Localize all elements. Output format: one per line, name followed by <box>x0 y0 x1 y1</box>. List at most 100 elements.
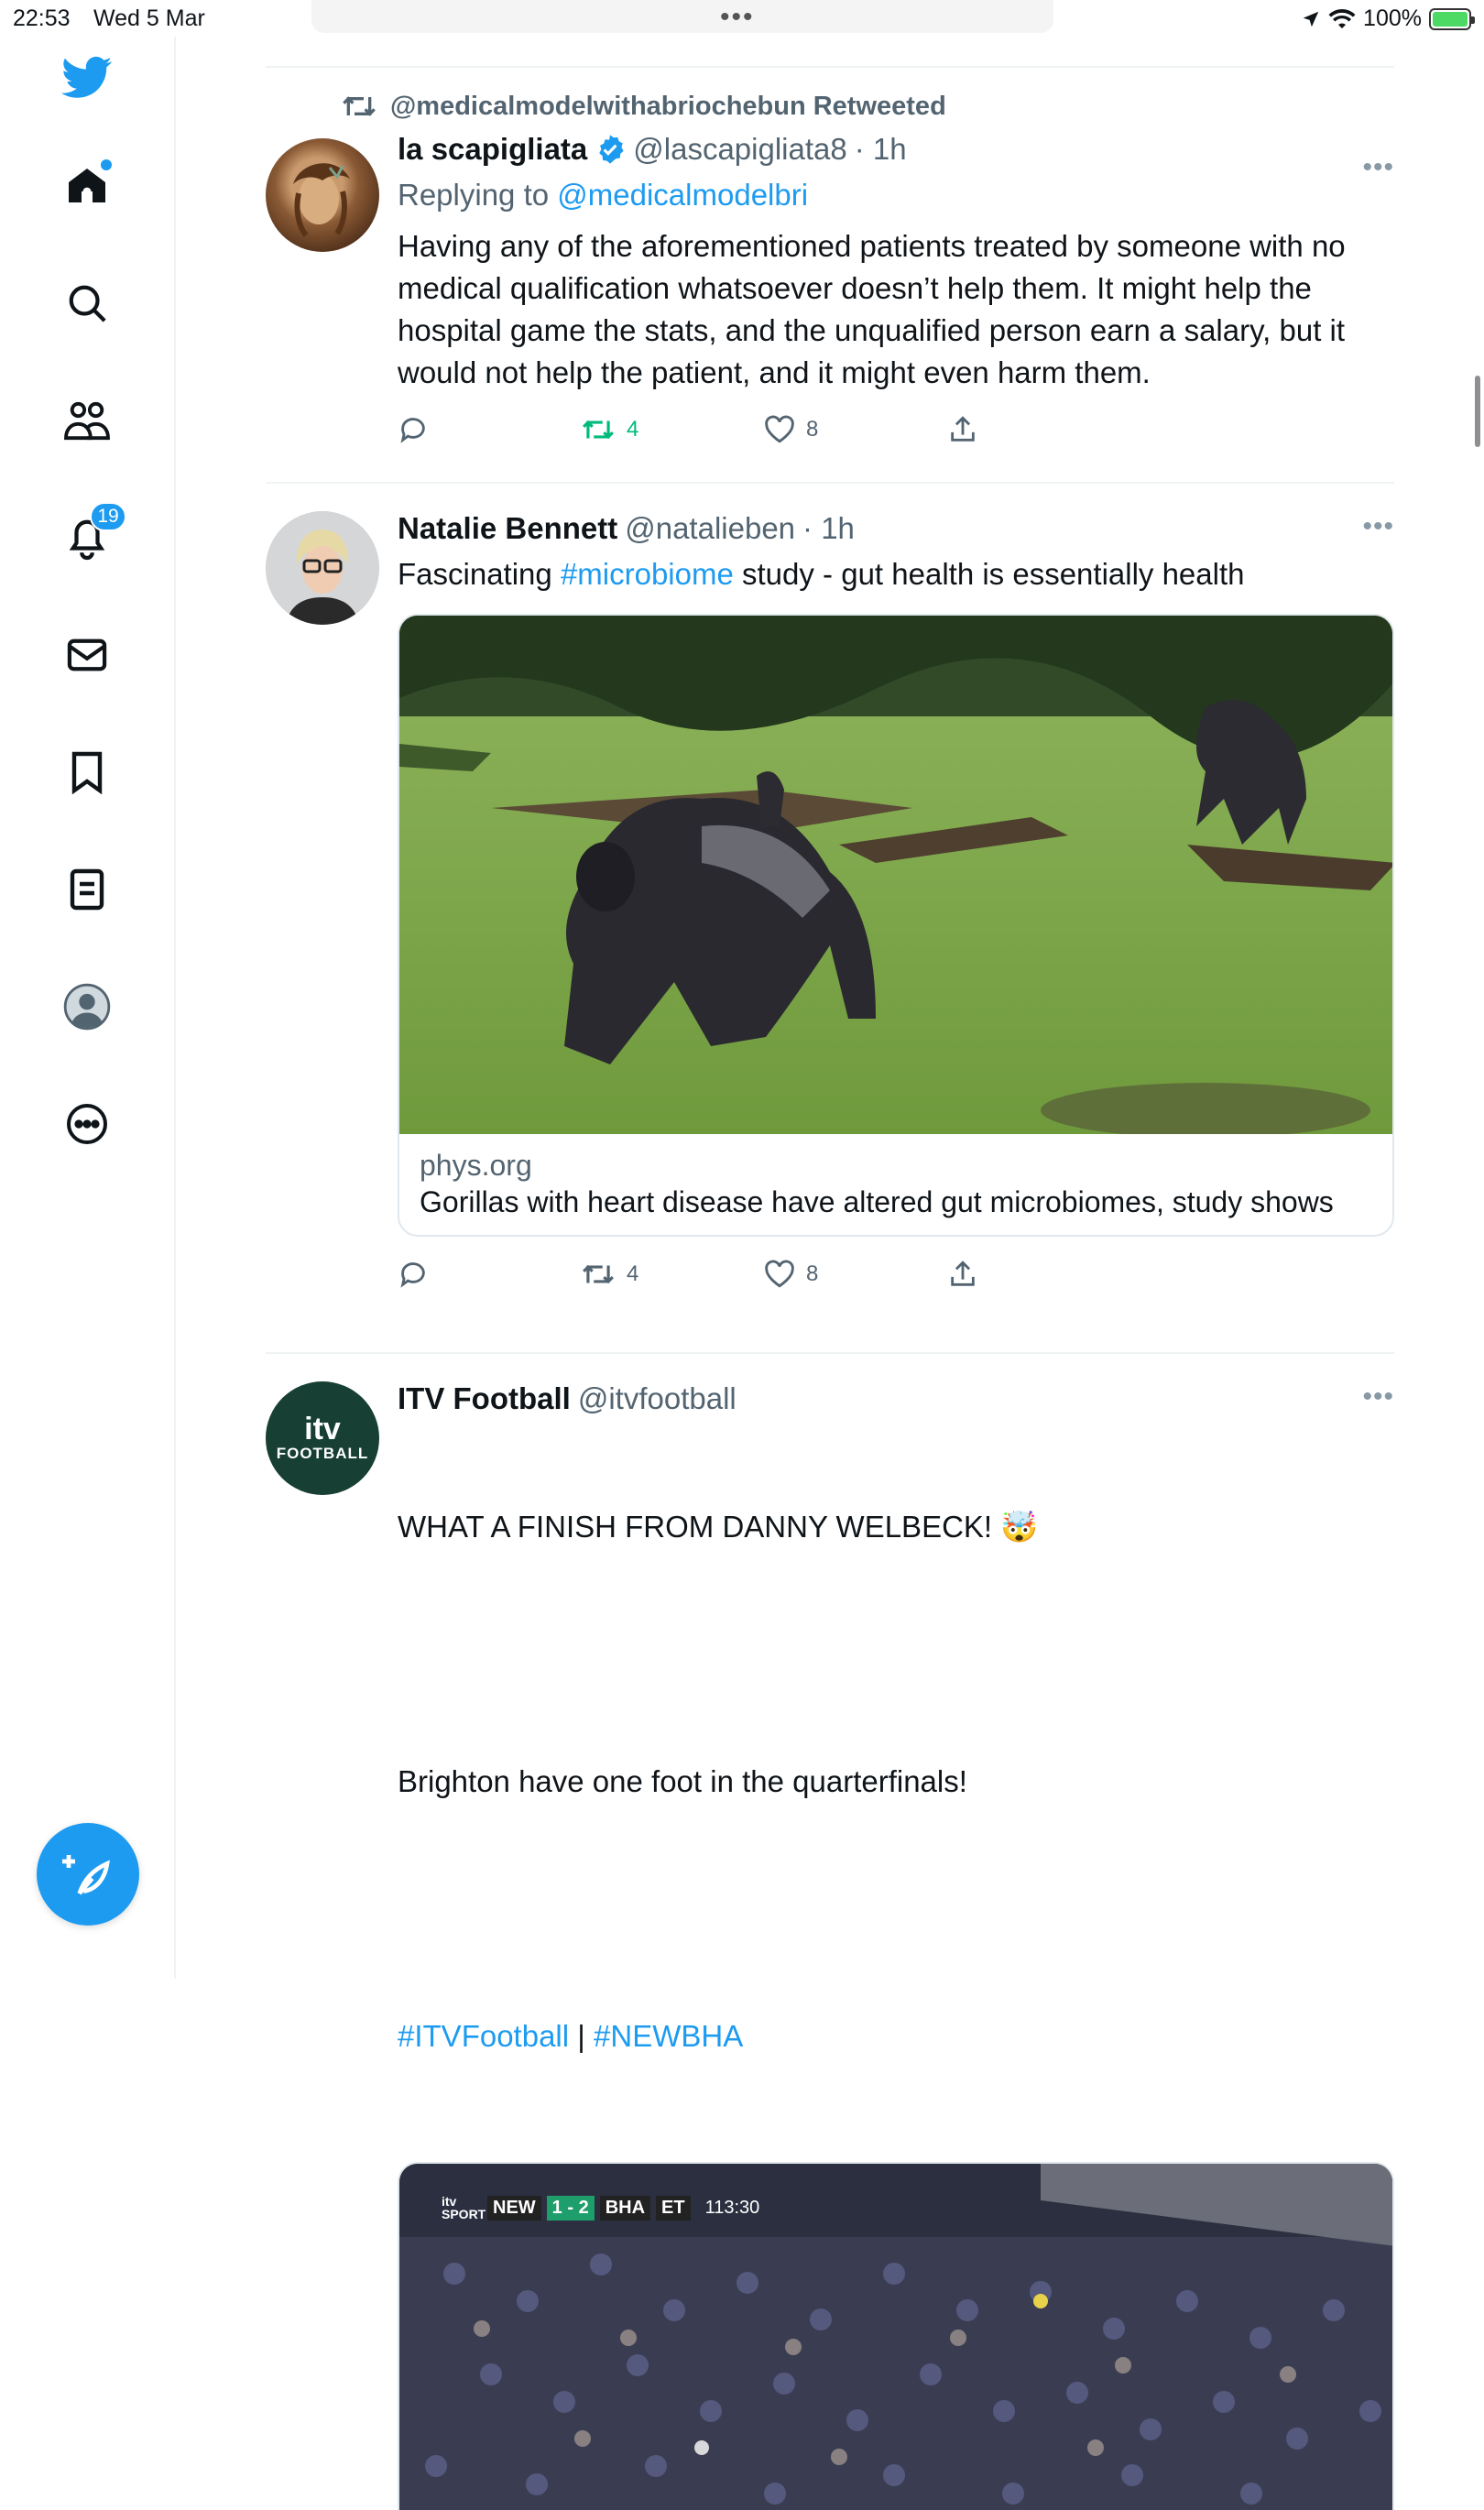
heart-icon <box>765 415 794 443</box>
author-handle[interactable]: @natalieben <box>625 511 795 546</box>
avatar-natalieben[interactable] <box>266 511 379 625</box>
retweet-count: 4 <box>627 1261 639 1286</box>
location-icon <box>1303 11 1319 27</box>
lists-icon[interactable] <box>55 857 119 922</box>
card-title: Gorillas with heart disease have altered… <box>420 1185 1334 1218</box>
retweet-button[interactable]: 4 <box>581 416 764 443</box>
tweet-actions: 4 8 <box>398 1242 1394 1306</box>
tweet-text: WHAT A FINISH FROM DANNY WELBECK! 🤯 Brig… <box>398 1422 1394 2142</box>
retweeted-by-text[interactable]: @medicalmodelwithabriochebun Retweeted <box>390 92 946 122</box>
tweet-line-2: Brighton have one foot in the quarterfin… <box>398 1764 967 1798</box>
scoreboard-period: ET <box>656 2195 691 2221</box>
compose-tweet-button[interactable] <box>37 1823 139 1926</box>
retweet-context: @medicalmodelwithabriochebun Retweeted <box>341 86 946 126</box>
share-button[interactable] <box>947 414 1130 445</box>
tweet-more-icon[interactable]: ••• <box>1362 511 1394 542</box>
link-card[interactable]: phys.org Gorillas with heart disease hav… <box>398 614 1394 1237</box>
status-date: Wed 5 Mar <box>93 5 205 31</box>
status-right: 100% <box>1301 5 1475 32</box>
verified-badge-icon <box>599 135 624 164</box>
status-bar: 22:53 Wed 5 Mar ••• 100% <box>0 0 1484 37</box>
home-unread-dot <box>101 159 112 170</box>
share-button[interactable] <box>947 1259 1130 1290</box>
notifications-icon[interactable]: 19 <box>55 502 126 570</box>
author-handle[interactable]: @lascapigliata8 <box>633 132 846 167</box>
tweet-time[interactable]: · 1h <box>802 511 855 546</box>
card-source: phys.org <box>420 1149 532 1182</box>
bookmarks-icon[interactable] <box>55 740 119 804</box>
scoreboard-overlay: itv SPORT NEW 1 - 2 BHA ET 113:30 <box>442 2195 769 2221</box>
tweet-header: la scapigliata @lascapigliata8 · 1h <box>398 126 1394 172</box>
twitter-logo-icon[interactable] <box>55 46 119 110</box>
avatar-logo-text: itv <box>304 1412 341 1446</box>
hashtag-newbha[interactable]: #NEWBHA <box>594 2019 743 2053</box>
reply-icon <box>400 418 425 443</box>
like-count: 8 <box>806 417 819 442</box>
tweet-actions: 4 8 <box>398 398 1394 462</box>
search-icon[interactable] <box>55 271 119 335</box>
reply-button[interactable] <box>398 414 581 445</box>
retweet-count: 4 <box>627 417 639 442</box>
timeline-feed: @medicalmodelwithabriochebun Retweeted l… <box>266 37 1394 2510</box>
tweet-header: ITV Football @itvfootball <box>398 1376 1394 1422</box>
card-image <box>399 616 1392 1134</box>
replying-prefix: Replying to <box>398 178 550 212</box>
hashtag-itvfootball[interactable]: #ITVFootball <box>398 2019 569 2053</box>
scrollbar[interactable] <box>1475 376 1480 447</box>
reply-icon <box>400 1262 425 1288</box>
hashtag-separator: | <box>569 2019 595 2053</box>
retweet-button[interactable]: 4 <box>581 1260 764 1288</box>
replying-to: Replying to @medicalmodelbri <box>398 172 1394 218</box>
video-media[interactable]: itv SPORT NEW 1 - 2 BHA ET 113:30 <box>398 2162 1394 2510</box>
tweet-header: Natalie Bennett @natalieben · 1h <box>398 506 1394 551</box>
retweet-small-icon <box>343 96 376 116</box>
tweet-lascapigliata[interactable]: @medicalmodelwithabriochebun Retweeted l… <box>266 68 1394 482</box>
replying-to-link[interactable]: @medicalmodelbri <box>557 178 808 212</box>
tweet-text: Fascinating #microbiome study - gut heal… <box>398 551 1394 597</box>
retweet-icon <box>583 1264 614 1284</box>
notifications-badge: 19 <box>90 502 126 531</box>
author-name[interactable]: ITV Football <box>398 1381 571 1416</box>
author-handle[interactable]: @itvfootball <box>578 1381 737 1416</box>
avatar-logo-subtext: FOOTBALL <box>276 1445 369 1462</box>
profile-avatar-icon[interactable] <box>55 975 119 1039</box>
tweet-line-1: WHAT A FINISH FROM DANNY WELBECK! 🤯 <box>398 1510 1039 1544</box>
avatar-itvfootball[interactable]: itv FOOTBALL <box>266 1381 379 1495</box>
tweet-time[interactable]: · 1h <box>855 132 907 167</box>
tweet-more-icon[interactable]: ••• <box>1362 152 1394 183</box>
author-name[interactable]: Natalie Bennett <box>398 511 617 546</box>
scoreboard-brand: itv SPORT <box>442 2194 486 2221</box>
sidebar: 19 <box>0 37 176 1979</box>
author-name[interactable]: la scapigliata <box>398 132 587 167</box>
multitasking-dots-icon[interactable]: ••• <box>720 2 755 33</box>
share-icon <box>951 416 975 442</box>
tweet-more-icon[interactable]: ••• <box>1362 1381 1394 1413</box>
battery-percent: 100% <box>1363 5 1422 31</box>
reply-button[interactable] <box>398 1259 581 1290</box>
scoreboard-clock: 113:30 <box>704 2197 760 2218</box>
heart-icon <box>765 1260 794 1288</box>
avatar-lascapigliata[interactable] <box>266 138 379 252</box>
like-button[interactable]: 8 <box>764 415 947 444</box>
top-bar-background <box>311 0 1053 33</box>
messages-icon[interactable] <box>55 623 119 687</box>
more-options-icon[interactable] <box>55 1092 119 1156</box>
tweet-itvfootball[interactable]: itv FOOTBALL ITV Football @itvfootball •… <box>266 1354 1394 2510</box>
text-before: Fascinating <box>398 557 561 591</box>
text-after: study - gut health is essentially health <box>733 557 1245 591</box>
status-time: 22:53 <box>13 5 71 31</box>
like-count: 8 <box>806 1261 819 1286</box>
home-icon[interactable] <box>55 154 119 218</box>
tweet-natalieben[interactable]: Natalie Bennett @natalieben · 1h ••• Fas… <box>266 484 1394 1352</box>
scoreboard-score: 1 - 2 <box>546 2195 595 2221</box>
scoreboard-home: NEW <box>487 2195 541 2221</box>
compose-feather-icon <box>62 1855 110 1895</box>
tweet-text: Having any of the aforementioned patient… <box>398 229 1354 389</box>
tweet-hashtags: #ITVFootball | #NEWBHA <box>398 2015 1394 2057</box>
like-button[interactable]: 8 <box>764 1260 947 1289</box>
communities-icon[interactable] <box>55 388 119 453</box>
battery-icon <box>1429 7 1475 30</box>
hashtag-microbiome[interactable]: #microbiome <box>561 557 734 591</box>
scoreboard-away: BHA <box>599 2195 651 2221</box>
card-meta: phys.org Gorillas with heart disease hav… <box>399 1134 1392 1235</box>
